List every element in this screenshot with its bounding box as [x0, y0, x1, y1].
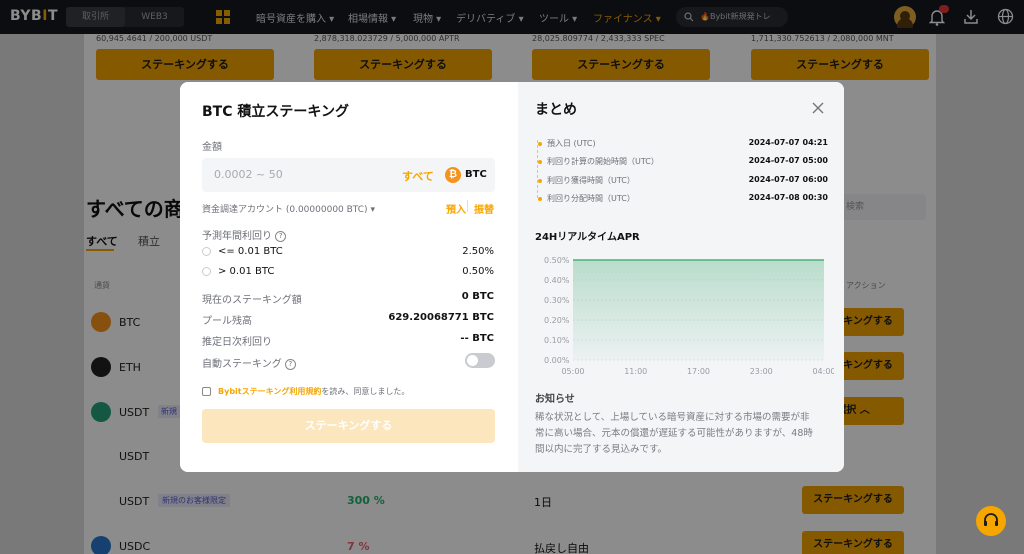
submit-stake-button[interactable]: ステーキングする — [202, 409, 495, 443]
auto-staking-toggle[interactable] — [465, 353, 495, 368]
timeline-dot — [538, 160, 542, 164]
notice-title: お知らせ — [535, 394, 575, 405]
current-staking-label: 現在のステーキング額 — [202, 295, 302, 306]
timeline-dot — [538, 197, 542, 201]
support-chat-button[interactable] — [976, 506, 1006, 536]
funding-account-select[interactable]: 資金調達アカウント (0.00000000 BTC) ▾ — [202, 202, 375, 215]
nav-backdrop — [0, 0, 1024, 34]
tier-condition: <= 0.01 BTC — [218, 246, 283, 257]
tier-condition: > 0.01 BTC — [218, 266, 275, 277]
toggle-knob — [467, 355, 478, 366]
close-icon[interactable] — [812, 102, 824, 114]
btc-coin-icon: ₿ — [445, 167, 461, 183]
info-icon: ? — [284, 358, 296, 370]
coin-label: BTC — [465, 169, 487, 180]
apr-label: 予測年間利回り ? — [202, 227, 287, 242]
timeline-dot — [538, 142, 542, 146]
summary-title: まとめ — [535, 102, 577, 118]
apr-chart-title: 24HリアルタイムAPR — [535, 232, 640, 243]
x-tick-label: 23:00 — [750, 367, 773, 376]
timeline-dot — [538, 179, 542, 183]
tier-rate: 2.50% — [462, 246, 494, 257]
summary-panel: まとめ 預入日 (UTC) 2024-07-07 04:21 利回り計算の開始時… — [518, 82, 844, 472]
apr-area — [573, 260, 824, 360]
timeline-row: 利回り分配時間（UTC） 2024-07-08 00:30 — [538, 193, 828, 207]
tier-radio-icon — [202, 247, 211, 256]
y-tick-label: 0.10% — [544, 336, 570, 345]
tier-rate: 0.50% — [462, 266, 494, 277]
amount-input[interactable]: 0.0002 ~ 50 すべて ₿ BTC — [202, 158, 495, 192]
pool-balance-value: 629.20068771 BTC — [388, 312, 494, 323]
current-staking-value: 0 BTC — [461, 291, 494, 302]
transfer-link[interactable]: 振替 — [474, 201, 494, 216]
terms-text: Bybitステーキング利用規約を読み、同意しました。 — [218, 387, 410, 396]
notice-text: 稀な状況として、上場している暗号資産に対する市場の需要が非常に高い場合、元本の償… — [535, 412, 813, 455]
x-tick-label: 04:00 — [812, 367, 834, 376]
headset-icon — [984, 513, 998, 526]
pool-balance-label: プール残高 — [202, 316, 252, 327]
amount-placeholder: 0.0002 ~ 50 — [214, 168, 283, 181]
info-icon: ? — [275, 230, 287, 242]
daily-yield-value: -- BTC — [460, 333, 494, 344]
timeline-row: 利回り計算の開始時間（UTC） 2024-07-07 05:00 — [538, 156, 828, 170]
daily-yield-label: 推定日次利回り — [202, 337, 272, 348]
timeline-row: 利回り獲得時間（UTC） 2024-07-07 06:00 — [538, 175, 828, 189]
amount-label: 金額 — [202, 142, 222, 153]
terms-link[interactable]: Bybitステーキング利用規約 — [218, 387, 321, 396]
staking-form-panel: BTC 積立ステーキング 金額 0.0002 ~ 50 すべて ₿ BTC 資金… — [180, 82, 518, 472]
staking-modal: BTC 積立ステーキング 金額 0.0002 ~ 50 すべて ₿ BTC 資金… — [180, 82, 844, 472]
y-tick-label: 0.40% — [544, 276, 570, 285]
terms-checkbox[interactable] — [202, 387, 211, 396]
deposit-link[interactable]: 預入 — [446, 201, 466, 216]
y-tick-label: 0.20% — [544, 316, 570, 325]
apr-chart: 0.00% 0.10% 0.20% 0.30% 0.40% 0.50% 05:00 11:00… — [544, 256, 834, 376]
y-tick-label: 0.30% — [544, 296, 570, 305]
x-tick-label: 17:00 — [687, 367, 710, 376]
timeline-row: 預入日 (UTC) 2024-07-07 04:21 — [538, 138, 828, 152]
x-tick-label: 11:00 — [624, 367, 647, 376]
y-tick-label: 0.50% — [544, 256, 570, 265]
x-tick-label: 05:00 — [561, 367, 584, 376]
max-all-button[interactable]: すべて — [402, 168, 434, 184]
divider — [467, 200, 468, 212]
auto-staking-label: 自動ステーキング ? — [202, 355, 296, 370]
modal-title: BTC 積立ステーキング — [202, 104, 349, 120]
tier-radio-icon — [202, 267, 211, 276]
y-tick-label: 0.00% — [544, 356, 570, 365]
